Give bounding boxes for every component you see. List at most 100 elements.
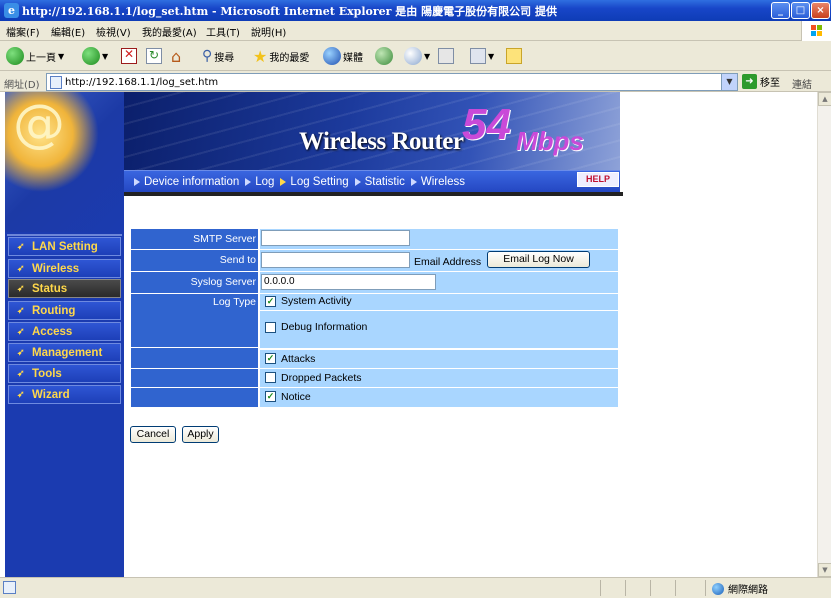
menu-file[interactable]: 檔案(F) [6,24,40,39]
notice-checkbox[interactable]: ✓ [265,391,276,402]
address-bar: 網址(D) http://192.168.1.1/log_set.htm ▼ ➜… [0,72,831,92]
syslog-server-input[interactable]: 0.0.0.0 [261,274,436,290]
sidebar-item-label: Routing [32,304,76,317]
tab-wireless[interactable]: Wireless [410,176,465,188]
nav-arrow-icon: ➶ [17,368,25,378]
mail-button[interactable]: ▼ [404,46,430,66]
address-input[interactable]: http://192.168.1.1/log_set.htm ▼ [46,73,738,91]
menu-view[interactable]: 檢視(V) [96,24,131,39]
nav-arrow-icon: ➶ [17,305,25,315]
email-log-now-button[interactable]: Email Log Now [487,251,590,268]
dropped-packets-label: Dropped Packets [281,372,362,384]
tab-log-setting[interactable]: Log Setting [280,175,349,188]
sidebar-item-tools[interactable]: ➶ Tools [8,364,121,383]
chevron-down-icon: ▼ [102,51,109,61]
status-divider [705,580,706,596]
nav-arrow-icon: ➶ [17,241,25,251]
home-button[interactable]: ⌂ [171,46,181,66]
edit-icon [470,48,486,64]
menu-tools[interactable]: 工具(T) [206,24,240,39]
nav-arrow-icon: ➶ [17,263,25,273]
nav-arrow-icon: ➶ [17,389,25,399]
syslog-row: Syslog Server 0.0.0.0 [131,272,618,294]
sidebar-item-management[interactable]: ➶ Management [8,343,121,362]
menu-favorites[interactable]: 我的最愛(A) [142,24,197,39]
sidebar-item-lan-setting[interactable]: ➶ LAN Setting [8,237,121,256]
status-bar: 網際網路 [0,577,831,598]
sidebar-item-wireless[interactable]: ➶ Wireless [8,259,121,278]
scroll-up-icon[interactable]: ▲ [818,92,831,106]
tab-device-information[interactable]: Device information [134,176,239,188]
dropped-packets-checkbox[interactable]: ✓ [265,372,276,383]
messenger-button[interactable] [506,46,522,66]
smtp-server-input[interactable] [261,230,410,246]
history-button[interactable] [375,46,393,66]
sidebar-item-label: Management [32,346,103,359]
dropped-packets-row: ✓ Dropped Packets [131,369,618,388]
scroll-down-icon[interactable]: ▼ [818,563,831,577]
cancel-button[interactable]: Cancel [130,426,176,443]
tab-log[interactable]: Log [245,176,274,188]
attacks-label: Attacks [281,353,316,365]
logtype-label: Log Type [131,294,258,348]
attacks-checkbox[interactable]: ✓ [265,353,276,364]
media-button[interactable]: 媒體 [323,46,363,66]
go-arrow-icon: ➜ [742,74,757,89]
history-icon [375,47,393,65]
menu-edit[interactable]: 編輯(E) [51,24,85,39]
triangle-right-icon [280,177,287,186]
stop-button[interactable]: ✕ [121,46,137,66]
sidebar-item-label: Tools [32,367,62,380]
menu-help[interactable]: 說明(H) [251,24,286,39]
dropped-value-cell: ✓ Dropped Packets [258,369,618,388]
sidebar-item-status[interactable]: ➶ Status [8,279,121,298]
edit-button[interactable]: ▼ [470,46,494,66]
vertical-scrollbar[interactable]: ▲ ▼ [817,92,831,577]
dropped-label-cell [131,369,258,388]
address-label: 網址(D) [4,80,40,91]
page-icon [50,76,62,89]
windows-logo-icon [801,21,831,41]
address-dropdown-icon[interactable]: ▼ [721,74,737,90]
status-divider [625,580,626,596]
go-button[interactable]: ➜ 移至 [742,74,780,89]
sidebar-item-label: Wizard [32,388,70,401]
sidebar-item-wizard[interactable]: ➶ Wizard [8,385,121,404]
back-label: 上一頁 [26,52,56,64]
attacks-label-cell [131,350,258,369]
forward-button[interactable]: ▼ [82,46,108,66]
back-button[interactable]: 上一頁 ▼ [6,46,64,66]
apply-button[interactable]: Apply [182,426,219,443]
system-activity-checkbox[interactable]: ✓ [265,296,276,307]
close-button[interactable]: × [811,2,830,19]
smtp-value-cell [258,229,618,250]
maximize-button[interactable]: □ [791,2,810,19]
links-button[interactable]: 連結 [792,76,812,91]
status-divider [650,580,651,596]
tab-label: Device information [144,175,240,188]
sidebar-item-routing[interactable]: ➶ Routing [8,301,121,320]
sidebar-item-access[interactable]: ➶ Access [8,322,121,341]
system-activity-label: System Activity [281,295,352,307]
sendto-label: Send to [131,250,258,272]
sidebar-logo: @ [5,92,124,232]
print-button[interactable] [438,46,454,66]
attacks-row: ✓ Attacks [131,350,618,369]
refresh-button[interactable]: ↻ [146,46,162,66]
attacks-value-cell: ✓ Attacks [258,350,618,369]
minimize-button[interactable]: _ [771,2,790,19]
search-label: 搜尋 [214,52,235,64]
send-to-input[interactable] [261,252,410,268]
tab-statistic[interactable]: Statistic [354,176,405,188]
help-button[interactable]: HELP [577,172,619,187]
notice-row: ✓ Notice [131,388,618,408]
speed-number: 54 [462,100,511,149]
favorites-button[interactable]: ★ 我的最愛 [253,46,309,66]
logtype-value-cell: ✓ System Activity ✓ Debug Information [258,294,618,348]
search-button[interactable]: ⚲ 搜尋 [202,46,234,66]
sidebar-item-label: LAN Setting [32,240,98,253]
tab-label: Log Setting [290,175,349,188]
sidebar: @ ➶ LAN Setting ➶ Wireless ➶ Status ➶ Ro… [5,92,124,577]
chevron-down-icon: ▼ [424,51,431,61]
debug-information-checkbox[interactable]: ✓ [265,322,276,333]
